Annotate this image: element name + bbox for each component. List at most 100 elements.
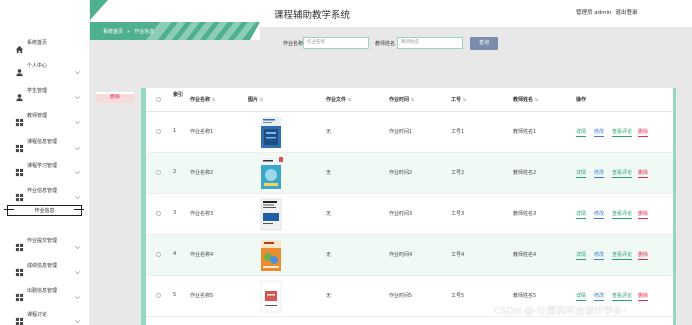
detail-button[interactable]: 详情 (576, 169, 587, 178)
cell-teacher: 教师姓名3 (513, 211, 537, 217)
row-checkbox[interactable] (156, 211, 161, 216)
cell-index: 3 (173, 210, 177, 216)
sidebar-item[interactable]: 课程信息管理 (0, 135, 90, 153)
row-delete-button[interactable]: 删除 (638, 292, 649, 301)
user-icon (15, 62, 24, 77)
detail-button[interactable]: 详情 (576, 251, 587, 260)
cell-name: 作业名称2 (190, 170, 214, 176)
sidebar-item[interactable]: 作业提交管理 (0, 234, 90, 252)
cell-file: 无 (326, 252, 332, 258)
edit-button[interactable]: 修改 (594, 169, 605, 178)
cell-file: 无 (326, 293, 332, 299)
edit-button[interactable]: 修改 (594, 251, 605, 260)
sidebar-item[interactable]: 成绩信息管理 (0, 259, 90, 277)
sidebar-item-label: 课程讨论 (27, 312, 48, 318)
row-checkbox[interactable] (156, 129, 161, 134)
row-checkbox[interactable] (156, 293, 161, 298)
table-row: 3 作业名称3 无 作业时间3 工号3 教师姓名3 详情 修改 查看评论 删除 (146, 194, 673, 235)
user-info: 管理员 admin 退出登录 (576, 8, 642, 16)
cell-teacher: 教师姓名1 (513, 129, 537, 135)
chevron-down-icon (73, 237, 82, 250)
watermark: CSDN @-计算机毕业设计学长- (494, 306, 626, 317)
row-delete-button[interactable]: 删除 (638, 128, 649, 137)
grid-icon (15, 112, 24, 127)
col-time[interactable]: 作业时间 ⇅ (389, 96, 414, 103)
col-teacher[interactable]: 教师姓名 ⇅ (513, 96, 538, 103)
sidebar-item[interactable]: 学生管理 (0, 84, 90, 102)
row-checkbox[interactable] (156, 170, 161, 175)
grid-icon (15, 138, 24, 153)
search-name-input[interactable]: 作业名称 (303, 37, 369, 49)
sidebar-item[interactable]: 系统首页 (0, 36, 90, 54)
sidebar-item[interactable]: 教师管理 (0, 109, 90, 127)
view-comments-button[interactable]: 查看评论 (612, 251, 633, 260)
col-image[interactable]: 图片 ⇅ (248, 96, 263, 103)
col-file[interactable]: 作业文件 ⇅ (326, 96, 351, 103)
delete-button[interactable]: 删除 (96, 92, 134, 103)
cell-file: 无 (326, 129, 332, 135)
cell-name: 作业名称3 (190, 211, 214, 217)
view-comments-button[interactable]: 查看评论 (612, 128, 633, 137)
sidebar-item[interactable]: 出勤信息管理 (0, 284, 90, 302)
sidebar-subitem-active[interactable]: 作业信息 (7, 205, 82, 216)
chevron-down-icon (73, 62, 82, 75)
cell-file: 无 (326, 170, 332, 176)
user-label: 管理员 admin (576, 10, 612, 16)
view-comments-button[interactable]: 查看评论 (612, 169, 633, 178)
view-comments-button[interactable]: 查看评论 (612, 210, 633, 219)
edit-button[interactable]: 修改 (594, 210, 605, 219)
sidebar-item[interactable]: 课程学习管理 (0, 159, 90, 177)
cell-index: 1 (173, 128, 177, 134)
resize-handle-icon (4, 209, 14, 211)
edit-button[interactable]: 修改 (594, 128, 605, 137)
cell-job-no: 工号3 (451, 211, 465, 217)
cell-job-no: 工号2 (451, 170, 465, 176)
search-button[interactable]: 查询 (470, 37, 498, 50)
sidebar-item-label: 成绩信息管理 (27, 263, 58, 269)
sidebar-item[interactable]: 个人中心 (0, 59, 90, 77)
cell-index: 4 (173, 251, 177, 257)
chevron-down-icon (73, 311, 82, 324)
homework-image (259, 238, 283, 273)
sidebar-item[interactable]: 课程讨论 (0, 308, 90, 325)
detail-button[interactable]: 详情 (576, 210, 587, 219)
grid-icon (15, 311, 24, 325)
homework-image (259, 115, 283, 150)
search-teacher-input[interactable]: 教师姓名 (397, 37, 463, 49)
col-name[interactable]: 作业名称 ⇅ (190, 96, 215, 103)
resize-handle-icon (74, 209, 84, 211)
row-delete-button[interactable]: 删除 (638, 169, 649, 178)
sidebar-item[interactable]: 作业信息管理 (0, 184, 90, 202)
sidebar: 系统首页个人中心学生管理教师管理课程信息管理课程学习管理作业信息管理 作业提交管理… (0, 0, 90, 325)
detail-button[interactable]: 详情 (576, 292, 587, 301)
homework-image (259, 197, 283, 232)
grid-icon (15, 162, 24, 177)
home-icon (15, 39, 24, 54)
col-ops: 操作 (576, 97, 587, 103)
col-job-no[interactable]: 工号 ⇅ (451, 96, 466, 103)
grid-icon (15, 187, 24, 202)
logout-link[interactable]: 退出登录 (615, 10, 637, 16)
col-index: 索引 (173, 92, 184, 98)
row-checkbox[interactable] (156, 252, 161, 257)
row-delete-button[interactable]: 删除 (638, 210, 649, 219)
chevron-down-icon (73, 87, 82, 100)
select-all-checkbox[interactable] (156, 97, 161, 102)
breadcrumb: 系统首页» 作业信息 (103, 28, 158, 35)
detail-button[interactable]: 详情 (576, 128, 587, 137)
cell-time: 作业时间4 (389, 252, 413, 258)
view-comments-button[interactable]: 查看评论 (612, 292, 633, 301)
sidebar-item-label: 系统首页 (27, 40, 48, 46)
cell-file: 无 (326, 211, 332, 217)
chevron-down-icon (73, 162, 82, 175)
grid-icon (15, 237, 24, 252)
row-delete-button[interactable]: 删除 (638, 251, 649, 260)
cell-time: 作业时间2 (389, 170, 413, 176)
cell-job-no: 工号1 (451, 129, 465, 135)
grid-icon (15, 262, 24, 277)
sidebar-item-label: 课程学习管理 (27, 163, 58, 169)
edit-button[interactable]: 修改 (594, 292, 605, 301)
user-icon (15, 87, 24, 102)
homework-image (259, 156, 283, 191)
homework-image (259, 279, 283, 314)
